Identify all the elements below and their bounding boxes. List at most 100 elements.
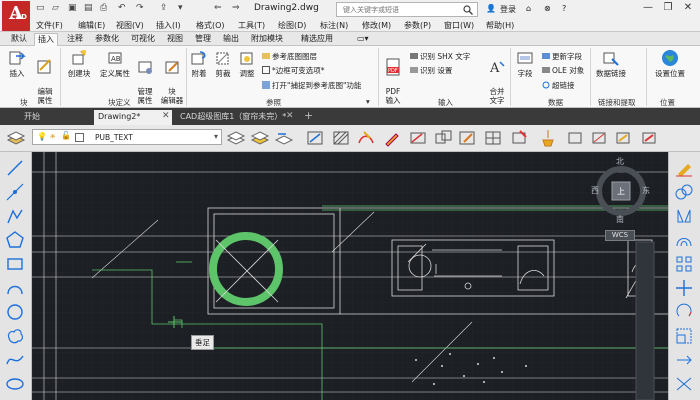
make-current-icon[interactable] <box>226 128 246 148</box>
match-layer-icon[interactable] <box>250 128 270 148</box>
wcs-menu[interactable]: WCS <box>605 230 635 241</box>
menu-modify[interactable]: 修改(M) <box>362 20 391 31</box>
recognize-shx-button[interactable]: 识别 SHX 文字 <box>410 51 470 62</box>
tab-visualize[interactable]: 可视化 <box>128 33 158 46</box>
edit-hatch-icon[interactable] <box>356 128 376 148</box>
clip-button[interactable]: 剪裁 <box>212 49 234 78</box>
app-logo[interactable]: A CAD <box>2 1 30 31</box>
snap-underlay-button[interactable]: 打开"捕捉到参考底图"功能 <box>262 80 361 91</box>
menu-help[interactable]: 帮助(H) <box>486 20 514 31</box>
circle-tool-icon[interactable] <box>5 302 25 322</box>
viewcube-east[interactable]: 东 <box>642 185 650 196</box>
offset-icon[interactable] <box>674 230 694 250</box>
viewcube[interactable]: 北 南 东 西 上 <box>590 155 652 227</box>
undo-icon[interactable]: ↶ <box>118 3 126 13</box>
viewcube-north[interactable]: 北 <box>616 156 624 167</box>
close-tab-icon[interactable]: ✕ <box>286 111 294 121</box>
block-editor-button[interactable]: 块 编辑器 <box>160 49 184 105</box>
ungroup-icon[interactable] <box>590 128 610 148</box>
share-icon[interactable]: ⇪ <box>160 3 168 13</box>
insert-button[interactable]: 插入 <box>4 49 30 78</box>
arrow-right-icon[interactable]: ⇒ <box>232 3 240 13</box>
array-icon[interactable] <box>674 254 694 274</box>
arc-tool-icon[interactable] <box>5 278 25 298</box>
quick-select-icon[interactable] <box>640 128 660 148</box>
chevron-down-icon[interactable]: ▾ <box>214 132 218 141</box>
menu-format[interactable]: 格式(O) <box>196 20 225 31</box>
tab-cad-library[interactable]: CAD超级图库1（窗帘未完）* <box>176 110 290 125</box>
user-icon[interactable]: 👤 <box>486 4 496 13</box>
viewcube-top-face[interactable]: 上 <box>617 186 625 197</box>
lightbulb-icon[interactable]: 💡 <box>37 132 47 141</box>
cleanup-icon[interactable] <box>538 128 558 148</box>
tab-addins[interactable]: 附加模块 <box>248 33 286 46</box>
search-icon[interactable] <box>463 5 473 15</box>
menu-edit[interactable]: 编辑(E) <box>78 20 105 31</box>
save-as-icon[interactable]: ▤ <box>84 3 93 13</box>
table-edit-icon[interactable] <box>484 128 504 148</box>
merge-text-button[interactable]: A 合并 文字 <box>486 49 508 105</box>
rectangle-tool-icon[interactable] <box>5 254 25 274</box>
group-icon[interactable] <box>566 128 586 148</box>
viewcube-west[interactable]: 西 <box>591 185 599 196</box>
rectangle-draw-icon[interactable] <box>408 128 428 148</box>
close-tab-icon[interactable]: ✕ <box>162 111 170 121</box>
hatch-icon[interactable] <box>332 128 352 148</box>
move-icon[interactable] <box>674 278 694 298</box>
recognize-settings-button[interactable]: 识别 设置 <box>410 65 452 76</box>
copy-object-icon[interactable] <box>434 128 454 148</box>
menu-file[interactable]: 文件(F) <box>36 20 63 31</box>
define-attributes-button[interactable]: AB 定义属性 <box>98 49 132 78</box>
set-location-button[interactable]: 设置位置 <box>650 49 690 78</box>
tab-drawing2[interactable]: Drawing2* <box>94 110 172 125</box>
trim-icon[interactable] <box>674 374 694 394</box>
menu-insert[interactable]: 插入(I) <box>156 20 181 31</box>
create-block-button[interactable]: 创建块 <box>64 49 94 78</box>
polygon-tool-icon[interactable] <box>5 230 25 250</box>
panel-expand-icon[interactable]: ▾ <box>366 97 370 106</box>
tab-insert[interactable]: 插入 <box>34 33 58 46</box>
polyline-tool-icon[interactable] <box>5 206 25 226</box>
manage-attributes-button[interactable]: 管理 属性 <box>134 49 156 105</box>
menu-parametric[interactable]: 参数(P) <box>404 20 431 31</box>
edit-text-icon[interactable] <box>458 128 478 148</box>
tab-default[interactable]: 默认 <box>8 33 30 46</box>
menu-window[interactable]: 窗口(W) <box>444 20 474 31</box>
reference-layer-button[interactable]: 参考底图图层 <box>262 51 317 62</box>
tab-view[interactable]: 视图 <box>164 33 186 46</box>
maximize-icon[interactable]: ❐ <box>660 2 676 16</box>
data-link-button[interactable]: 数据链接 <box>592 49 630 78</box>
mirror-icon[interactable] <box>674 206 694 226</box>
tab-start[interactable]: 开始 <box>20 110 44 125</box>
frames-vary-button[interactable]: *边框可变选项* <box>262 65 325 76</box>
save-icon[interactable]: ▣ <box>68 3 77 13</box>
workspace-dropdown-icon[interactable]: ▾ <box>178 3 183 13</box>
tab-output[interactable]: 输出 <box>220 33 242 46</box>
login-link[interactable]: 登录 <box>500 4 516 15</box>
connect-icon[interactable]: ⊗ <box>544 4 551 13</box>
layer-isolate-icon[interactable] <box>306 128 326 148</box>
arrow-left-icon[interactable]: ⇐ <box>214 3 222 13</box>
redo-icon[interactable]: ↷ <box>136 3 144 13</box>
tab-annotate[interactable]: 注释 <box>64 33 86 46</box>
menu-draw[interactable]: 绘图(D) <box>278 20 306 31</box>
spline-tool-icon[interactable] <box>5 350 25 370</box>
revision-cloud-icon[interactable] <box>5 326 25 346</box>
menu-view[interactable]: 视图(V) <box>116 20 144 31</box>
sun-icon[interactable]: ☀ <box>49 132 56 141</box>
menu-dimension[interactable]: 标注(N) <box>320 20 348 31</box>
stretch-icon[interactable] <box>674 350 694 370</box>
pdf-import-button[interactable]: PDF PDF 输入 <box>380 49 406 105</box>
print-icon[interactable]: ⎙ <box>100 3 107 13</box>
copy-icon[interactable] <box>674 182 694 202</box>
erase-icon[interactable] <box>674 158 694 178</box>
layer-dropdown[interactable]: 💡 ☀ 🔓 PUB_TEXT ▾ <box>32 129 222 145</box>
viewcube-south[interactable]: 南 <box>616 214 624 225</box>
layer-properties-icon[interactable] <box>6 128 26 148</box>
edit-attributes-button[interactable]: 编辑 属性 <box>32 49 58 105</box>
line-tool-icon[interactable] <box>5 158 25 178</box>
drawing-svg[interactable] <box>32 152 668 400</box>
search-box[interactable] <box>336 2 478 17</box>
close-icon[interactable]: ✕ <box>680 2 696 16</box>
update-fields-button[interactable]: 更新字段 <box>542 51 582 62</box>
